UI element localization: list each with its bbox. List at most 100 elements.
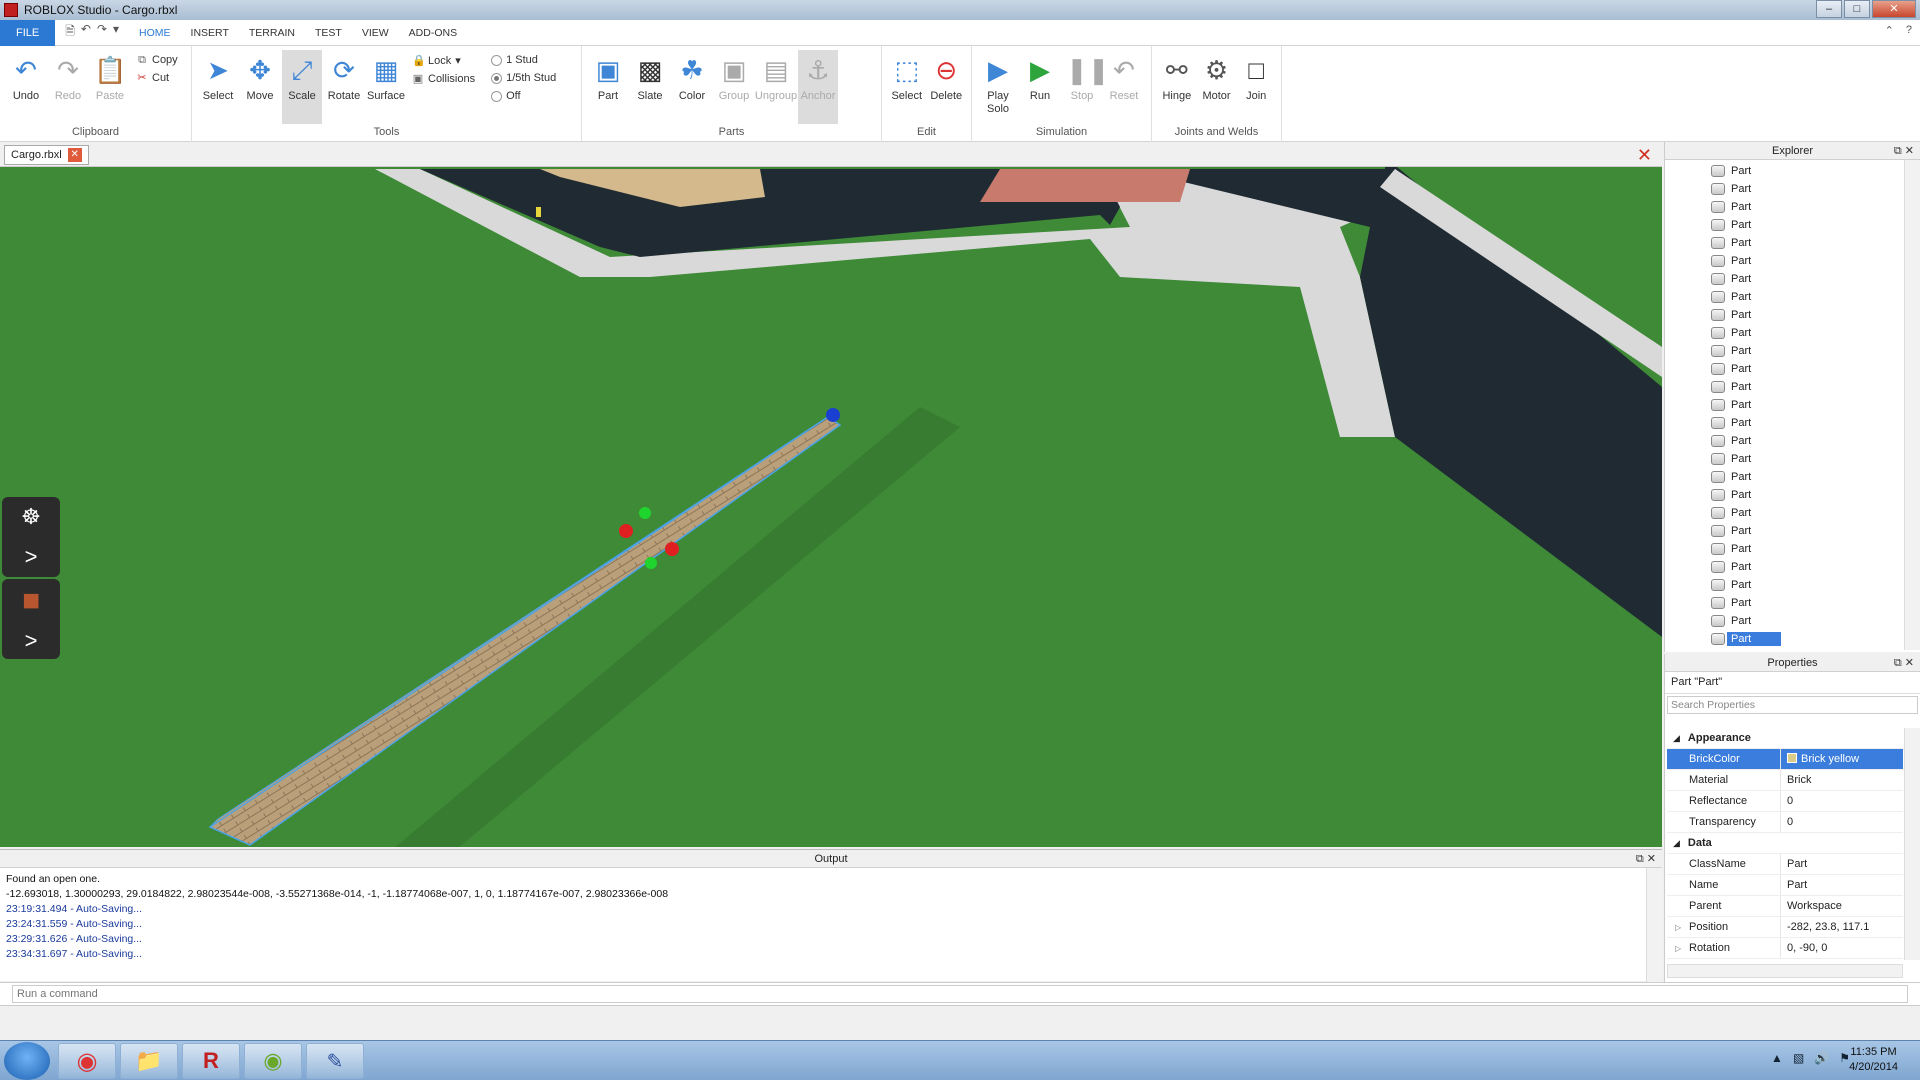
file-menu-button[interactable]: FILE xyxy=(0,19,56,46)
tree-item[interactable]: Part xyxy=(1665,414,1903,432)
undo-button[interactable]: ↶ Undo xyxy=(6,50,46,124)
property-row-brickcolor[interactable]: BrickColor Brick yellow xyxy=(1667,749,1903,770)
panel-controls[interactable]: ⧉ ✕ xyxy=(1894,654,1914,672)
property-row-reflectance[interactable]: Reflectance 0 xyxy=(1667,791,1903,812)
tree-item[interactable]: Part xyxy=(1665,288,1903,306)
close-window-button[interactable]: ✕ xyxy=(1872,0,1916,18)
tree-item[interactable]: Part xyxy=(1665,162,1903,180)
tree-item[interactable]: Part xyxy=(1665,558,1903,576)
scale-handle-end[interactable] xyxy=(826,408,840,422)
properties-hscrollbar[interactable] xyxy=(1667,964,1903,978)
property-value[interactable]: Part xyxy=(1781,875,1903,895)
start-button[interactable] xyxy=(4,1042,50,1080)
undo-quick-icon[interactable]: ↶ xyxy=(81,22,91,43)
section-appearance[interactable]: ◢ Appearance xyxy=(1667,728,1903,749)
command-input[interactable] xyxy=(12,985,1908,1003)
tree-item[interactable]: Part xyxy=(1665,324,1903,342)
tree-item[interactable]: Part xyxy=(1665,486,1903,504)
taskbar-clock[interactable]: 11:35 PM 4/20/2014 xyxy=(1849,1045,1898,1075)
tab-terrain[interactable]: TERRAIN xyxy=(239,20,305,46)
scale-handle-right[interactable] xyxy=(665,542,679,556)
redo-button[interactable]: ↷ Redo xyxy=(48,50,88,124)
explorer-scrollbar[interactable] xyxy=(1904,160,1920,650)
stop-button[interactable]: ❚❚ Stop xyxy=(1062,50,1110,124)
material-slate-button[interactable]: ▩ Slate xyxy=(630,50,670,124)
network-icon[interactable]: ▧ xyxy=(1793,1051,1804,1065)
collapse-ribbon-icon[interactable]: ⌃ xyxy=(1885,24,1894,37)
surface-tool-button[interactable]: ▦ Surface xyxy=(366,50,406,124)
taskbar-roblox-studio[interactable]: ✎ xyxy=(306,1043,364,1079)
property-row-position[interactable]: ▷ Position -282, 23.8, 117.1 xyxy=(1667,917,1903,938)
property-value[interactable]: Brick xyxy=(1781,770,1903,790)
tree-item[interactable]: Part xyxy=(1665,216,1903,234)
taskbar-explorer[interactable]: 📁 xyxy=(120,1043,178,1079)
document-tab[interactable]: Cargo.rbxl ✕ xyxy=(4,145,89,165)
edit-select-button[interactable]: ⬚ Select xyxy=(888,50,926,124)
snap-fifth-stud-radio[interactable]: 1/5th Stud xyxy=(491,72,556,84)
panel-controls[interactable]: ⧉ ✕ xyxy=(1894,142,1914,160)
property-value[interactable]: -282, 23.8, 117.1 xyxy=(1781,917,1903,937)
viewport-tool-brick[interactable]: ■ > xyxy=(2,579,60,659)
tree-item[interactable]: Part xyxy=(1665,270,1903,288)
minimize-button[interactable]: – xyxy=(1816,0,1842,18)
snap-off-radio[interactable]: Off xyxy=(491,90,556,102)
property-row-material[interactable]: Material Brick xyxy=(1667,770,1903,791)
scale-tool-button[interactable]: ⤢ Scale xyxy=(282,50,322,124)
maximize-button[interactable]: □ xyxy=(1844,0,1870,18)
expand-triangle-icon[interactable]: ▷ xyxy=(1675,938,1681,959)
redo-quick-icon[interactable]: ↷ xyxy=(97,22,107,43)
motor-button[interactable]: ⚙ Motor xyxy=(1198,50,1236,124)
show-hidden-icons-icon[interactable]: ▲ xyxy=(1771,1051,1783,1065)
select-tool-button[interactable]: ➤ Select xyxy=(198,50,238,124)
3d-viewport[interactable]: ☸ > ■ > xyxy=(0,167,1662,847)
tree-item[interactable]: Part xyxy=(1665,468,1903,486)
reset-button[interactable]: ↶ Reset xyxy=(1104,50,1144,124)
close-document-icon[interactable]: ✕ xyxy=(1637,146,1652,164)
tab-insert[interactable]: INSERT xyxy=(181,20,239,46)
tree-item[interactable]: Part xyxy=(1665,576,1903,594)
tree-item[interactable]: Part xyxy=(1665,450,1903,468)
property-value[interactable]: 0 xyxy=(1781,812,1903,832)
tree-item[interactable]: Part xyxy=(1665,198,1903,216)
scale-handle-top[interactable] xyxy=(639,507,651,519)
property-value[interactable]: 0, -90, 0 xyxy=(1781,938,1903,958)
color-button[interactable]: ☘ Color xyxy=(672,50,712,124)
paste-button[interactable]: 📋 Paste xyxy=(90,50,130,124)
tree-item[interactable]: Part xyxy=(1665,594,1903,612)
scale-handle-left[interactable] xyxy=(619,524,633,538)
property-row-transparency[interactable]: Transparency 0 xyxy=(1667,812,1903,833)
tree-item[interactable]: Part xyxy=(1665,252,1903,270)
tree-item[interactable]: Part xyxy=(1665,180,1903,198)
cut-button[interactable]: ✂ Cut xyxy=(136,72,178,84)
snap-1-stud-radio[interactable]: 1 Stud xyxy=(491,54,556,66)
expand-triangle-icon[interactable]: ▷ xyxy=(1675,917,1681,938)
tree-item[interactable]: Part xyxy=(1665,306,1903,324)
tree-item[interactable]: Part xyxy=(1665,378,1903,396)
wheel-tool[interactable]: ☸ > xyxy=(2,497,60,577)
hinge-button[interactable]: ⚯ Hinge xyxy=(1158,50,1196,124)
tree-item[interactable]: Part xyxy=(1665,540,1903,558)
copy-button[interactable]: ⧉ Copy xyxy=(136,54,178,66)
tree-item[interactable]: Part xyxy=(1665,612,1903,630)
property-value[interactable]: Brick yellow xyxy=(1781,749,1903,769)
panel-controls[interactable]: ⧉ ✕ xyxy=(1636,850,1656,868)
tab-test[interactable]: TEST xyxy=(305,20,352,46)
tree-item[interactable]: Part xyxy=(1665,234,1903,252)
tree-item[interactable]: Part xyxy=(1665,522,1903,540)
tree-item[interactable]: Part xyxy=(1665,504,1903,522)
property-row-parent[interactable]: Parent Workspace xyxy=(1667,896,1903,917)
output-scrollbar[interactable] xyxy=(1646,868,1662,982)
tree-item[interactable]: Part xyxy=(1665,342,1903,360)
customize-dropdown-icon[interactable]: ▾ xyxy=(113,22,119,43)
join-button[interactable]: □ Join xyxy=(1237,50,1275,124)
rotate-tool-button[interactable]: ⟳ Rotate xyxy=(324,50,364,124)
search-properties-input[interactable]: Search Properties xyxy=(1667,696,1918,714)
tab-home[interactable]: HOME xyxy=(129,20,181,46)
tab-view[interactable]: VIEW xyxy=(352,20,399,46)
property-row-name[interactable]: Name Part xyxy=(1667,875,1903,896)
properties-scrollbar[interactable] xyxy=(1904,728,1920,960)
help-icon[interactable]: ? xyxy=(1906,24,1912,37)
new-file-icon[interactable]: 🗎 xyxy=(65,22,75,43)
run-button[interactable]: ▶ Run xyxy=(1020,50,1060,124)
insert-part-button[interactable]: ▣ Part xyxy=(588,50,628,124)
